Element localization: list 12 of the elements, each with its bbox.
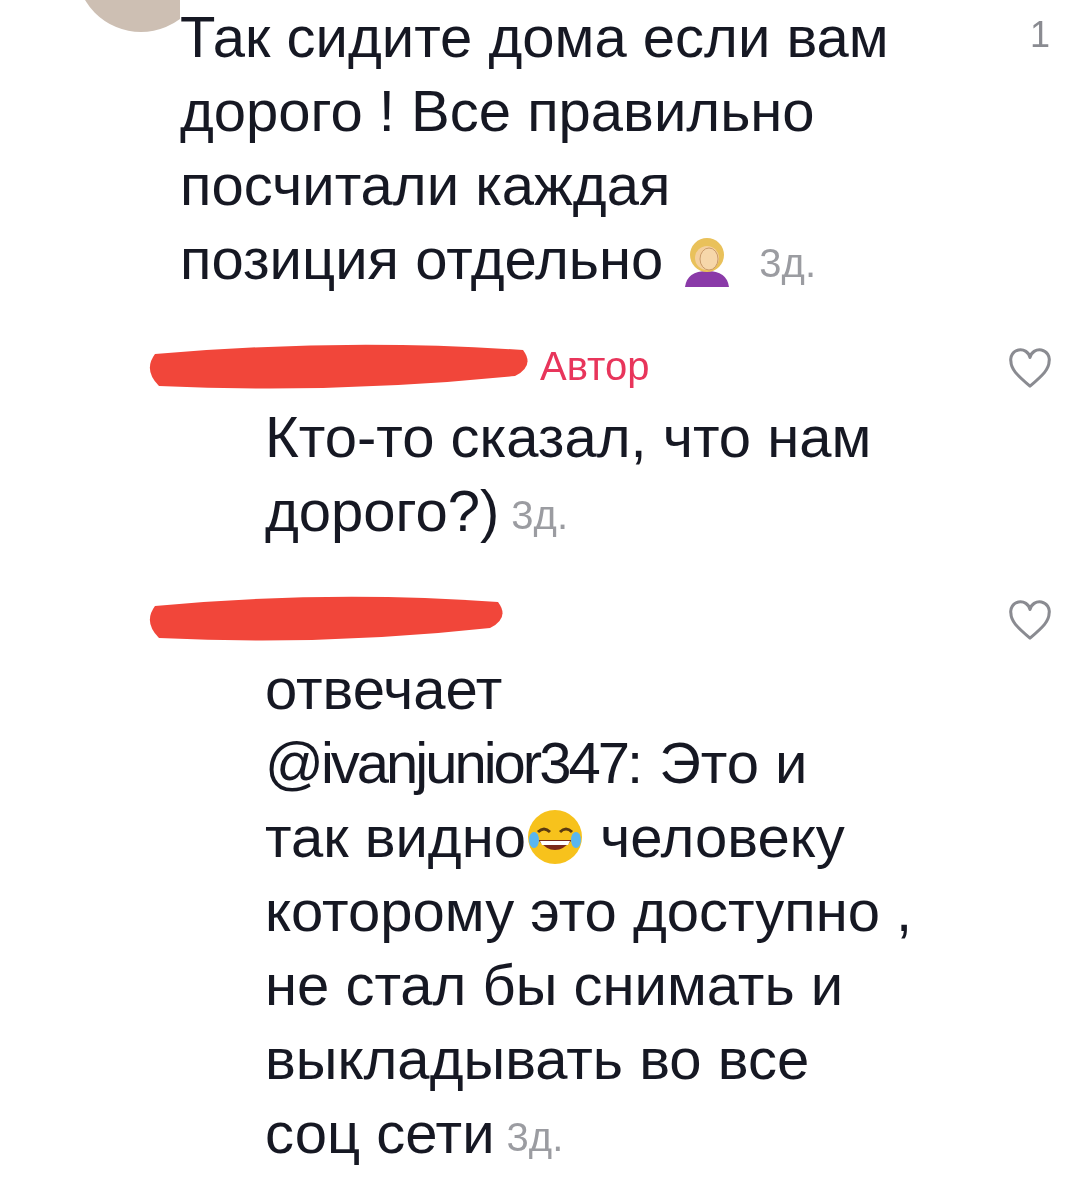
heart-icon[interactable] [1007,600,1053,642]
heart-icon[interactable] [1007,348,1053,390]
like-count: 1 [1030,13,1050,57]
comment-text: Кто-то сказал, что нам [265,408,872,466]
comment-time: 3д. [759,243,816,283]
comment-time: 3д. [506,1117,564,1157]
comment-time: 3д. [511,495,569,535]
comment-text: : Это и [626,734,808,792]
author-label: Автор [540,346,650,386]
laughing-emoji-icon [526,808,584,866]
comment-text: не стал бы снимать и [265,956,844,1014]
comment-text: отвечает [265,660,503,718]
